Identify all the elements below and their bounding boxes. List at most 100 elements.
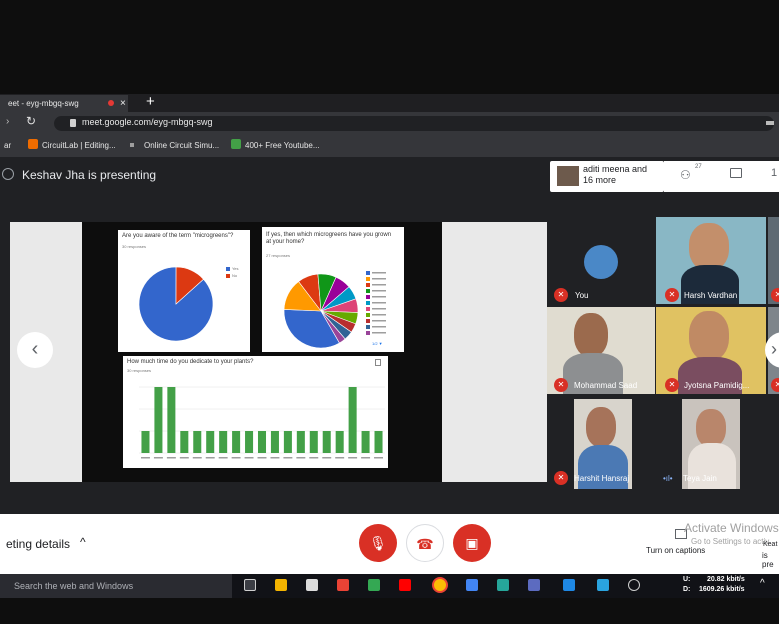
legend-label-placeholder	[372, 332, 386, 334]
speaking-icon: •ıl•	[663, 474, 673, 483]
net-down-label: D:	[683, 586, 691, 593]
legend-no: No	[232, 273, 238, 278]
bookmark-item[interactable]: CircuitLab | Editing...	[42, 141, 116, 150]
chrome-icon[interactable]	[432, 577, 448, 593]
forward-icon[interactable]: ›	[6, 116, 9, 127]
x-tick-label-placeholder	[296, 457, 306, 459]
bar	[322, 431, 331, 453]
legend-label-placeholder	[372, 326, 386, 328]
legend-swatch	[366, 295, 370, 299]
taskbar-search[interactable]: Search the web and Windows	[0, 574, 232, 598]
legend-swatch	[366, 307, 370, 311]
tab-close-button[interactable]: ×	[120, 95, 136, 112]
bookmark-item[interactable]: 400+ Free Youtube...	[245, 141, 320, 150]
x-tick-label-placeholder	[141, 457, 150, 459]
lock-icon	[70, 119, 76, 127]
tile-you[interactable]: ✕ You	[547, 217, 655, 304]
chevron-up-icon[interactable]: ^	[80, 535, 86, 549]
app-icon[interactable]	[497, 579, 509, 591]
legend-swatch-yes	[226, 267, 230, 271]
bar	[193, 431, 202, 453]
survey-panel-awareness: Are you aware of the term "microgreens"?…	[118, 230, 250, 352]
activate-windows-watermark: Activate Windows	[684, 521, 779, 535]
mic-off-icon: ✕	[665, 378, 679, 392]
tab-title: eet - eyg-mbgq-swg	[8, 99, 79, 108]
legend-swatch	[366, 313, 370, 317]
x-tick-label-placeholder	[244, 457, 254, 459]
x-tick-label-placeholder	[231, 457, 241, 459]
pie-chart-awareness	[138, 266, 214, 342]
net-down-value: 1609.26 kbit/s	[699, 586, 745, 593]
drive-icon[interactable]	[368, 579, 380, 591]
mic-off-icon: ✕	[771, 288, 779, 302]
pie-chart-microgreens	[283, 271, 386, 349]
bar	[141, 431, 150, 453]
task-view-icon[interactable]	[244, 579, 256, 591]
reload-icon[interactable]: ↻	[26, 114, 36, 128]
people-icon[interactable]: ⚇	[680, 168, 691, 182]
legend-label-placeholder	[372, 308, 386, 310]
presenting-label: Keshav Jha is presenting	[22, 168, 157, 182]
tile-mohammad-saad[interactable]: ✕ Mohammad Saad	[547, 307, 655, 394]
participant-video	[574, 313, 608, 357]
bar	[206, 431, 215, 453]
bar	[361, 431, 370, 453]
participant-name: Teya Jain	[683, 474, 717, 483]
telegram-icon[interactable]	[597, 579, 609, 591]
x-tick-label-placeholder	[361, 457, 371, 459]
app-icon[interactable]	[628, 579, 640, 591]
leave-call-button[interactable]: ☎︎	[406, 524, 444, 562]
bar	[232, 431, 241, 453]
previous-slide-button[interactable]: ‹	[17, 332, 53, 368]
mic-off-icon: ✕	[554, 378, 568, 392]
bar	[154, 387, 163, 453]
gmail-icon[interactable]	[337, 579, 349, 591]
bar-chart-time	[139, 386, 385, 459]
legend-label-placeholder	[372, 320, 386, 322]
mic-off-icon: 🎙︎	[369, 535, 387, 551]
app-icon[interactable]	[528, 579, 540, 591]
mic-off-icon: ✕	[554, 288, 568, 302]
x-tick-label-placeholder	[166, 457, 176, 459]
participant-thumbnails	[557, 166, 579, 186]
legend-label-placeholder	[372, 284, 386, 286]
new-tab-button[interactable]: +	[146, 93, 155, 110]
bookmark-favicon-icon	[130, 143, 134, 147]
x-tick-label-placeholder	[257, 457, 267, 459]
tile-partial[interactable]: ✕	[768, 217, 779, 304]
store-icon[interactable]	[306, 579, 318, 591]
mic-off-icon: ✕	[771, 378, 779, 392]
participant-grid: ✕ You ✕ Harsh Vardhan ✕ ✕ Mohammad Saad …	[547, 217, 779, 514]
meeting-details-label[interactable]: eting details	[6, 537, 70, 551]
hang-up-icon: ☎︎	[416, 536, 434, 552]
participant-name: Mohammad Saad	[574, 381, 638, 390]
x-tick-label-placeholder	[179, 457, 189, 459]
bookmark-item[interactable]: Online Circuit Simu...	[144, 141, 219, 150]
x-tick-label-placeholder	[309, 457, 319, 459]
bar	[309, 431, 318, 453]
youtube-icon[interactable]	[399, 579, 411, 591]
url-text[interactable]: meet.google.com/eyg-mbgq-swg	[82, 117, 213, 127]
chat-icon[interactable]	[730, 168, 742, 178]
captions-label[interactable]: Turn on captions	[646, 546, 705, 555]
tile-jyotsna[interactable]: ✕ Jyotsna Pamidig...	[656, 307, 766, 394]
net-up-label: U:	[683, 576, 691, 583]
legend-pager[interactable]: 1/2 ▼	[372, 341, 383, 346]
legend-swatch	[366, 319, 370, 323]
tile-harsh-vardhan[interactable]: ✕ Harsh Vardhan	[656, 217, 766, 304]
key-icon[interactable]	[766, 121, 774, 125]
zoom-icon[interactable]	[563, 579, 575, 591]
legend-swatch	[366, 331, 370, 335]
file-explorer-icon[interactable]	[275, 579, 287, 591]
activities-icon[interactable]: 1	[771, 167, 777, 179]
recording-dot-icon	[108, 100, 114, 106]
legend-swatch	[366, 283, 370, 287]
tray-chevron-icon[interactable]: ^	[760, 578, 765, 589]
survey-panel-time: How much time do you dedicate to your pl…	[123, 356, 388, 468]
docs-icon[interactable]	[466, 579, 478, 591]
participant-name: You	[575, 291, 589, 300]
slide-margin-right	[442, 222, 548, 482]
mic-toggle-button[interactable]: 🎙︎	[359, 524, 397, 562]
bar	[296, 431, 305, 453]
camera-toggle-button[interactable]: ▣	[453, 524, 491, 562]
